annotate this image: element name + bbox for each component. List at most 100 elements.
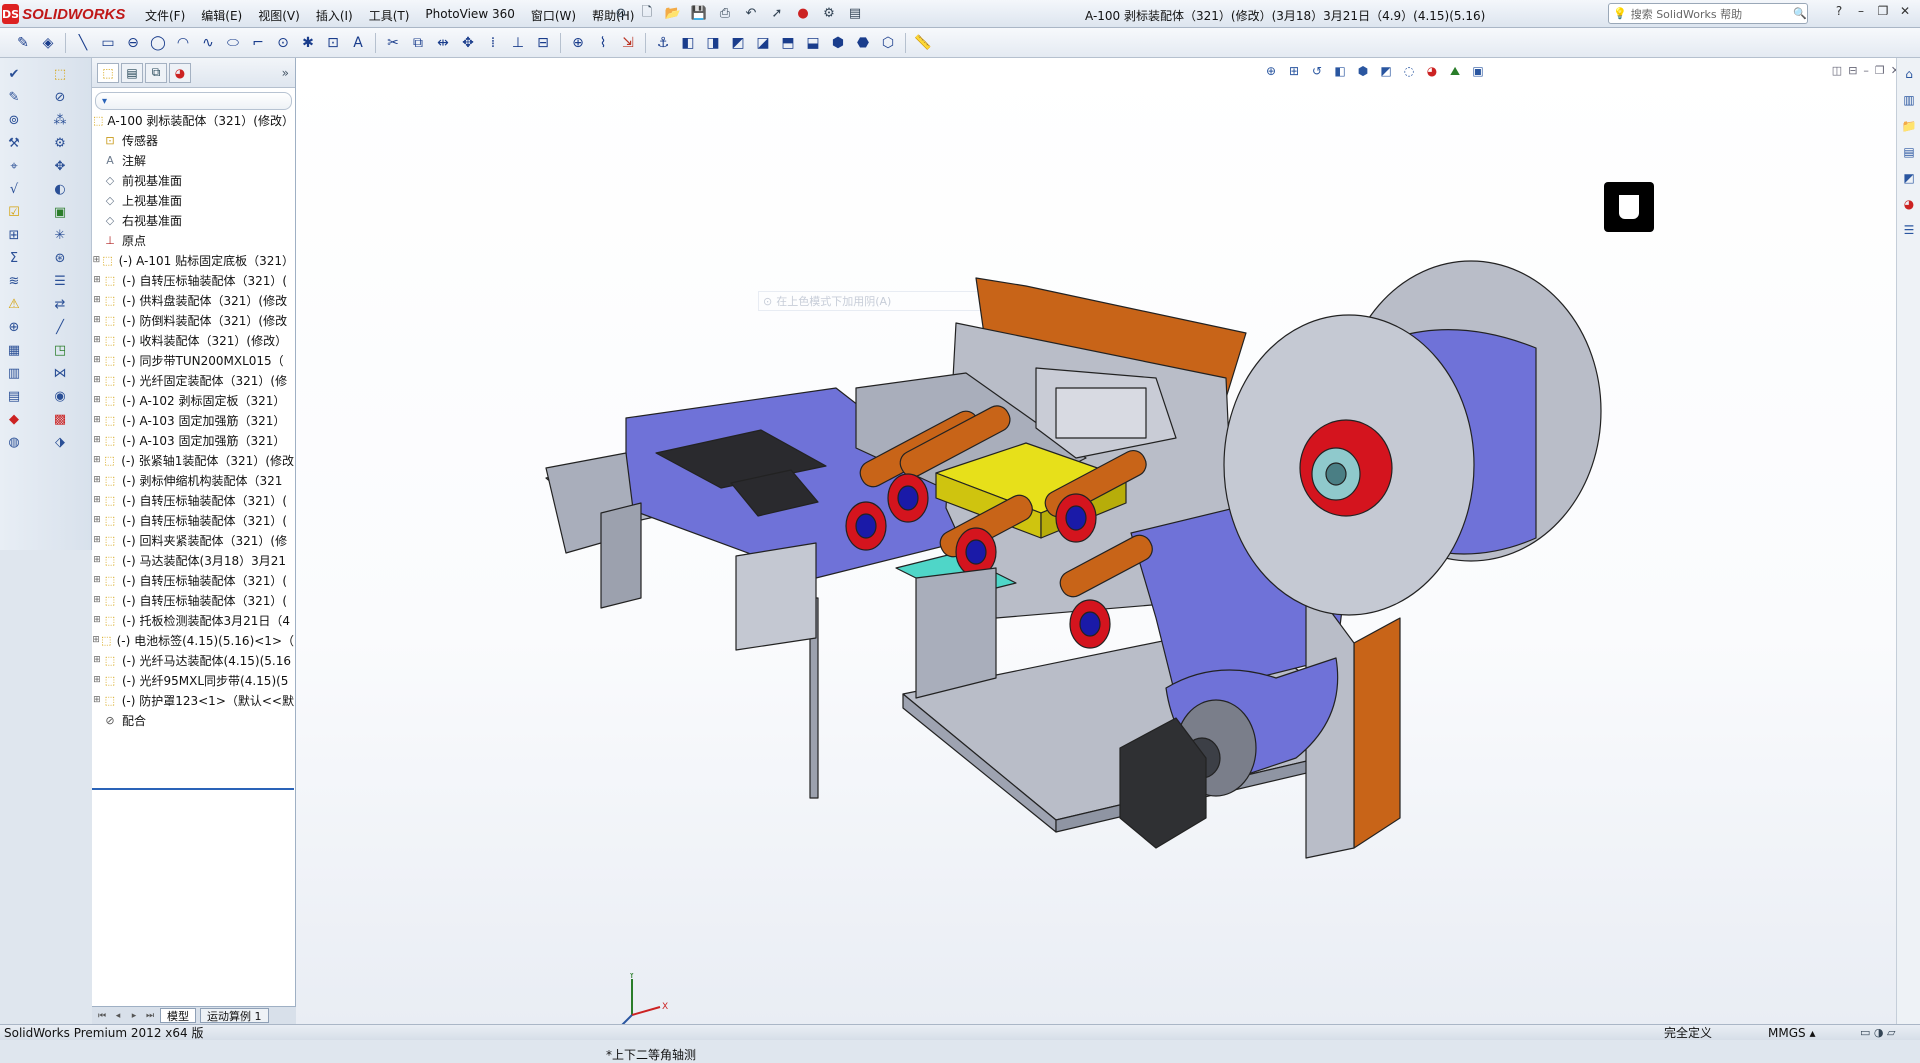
- right-view-icon[interactable]: ◪: [752, 32, 774, 54]
- front-view-icon[interactable]: ◧: [677, 32, 699, 54]
- menu-photoview[interactable]: PhotoView 360: [417, 5, 522, 26]
- minimize-icon[interactable]: –: [1852, 4, 1870, 20]
- mirror-icon[interactable]: ⇹: [432, 32, 454, 54]
- units-selector[interactable]: MMGS ▴: [1768, 1026, 1815, 1040]
- bom-icon[interactable]: ☰: [50, 271, 70, 291]
- tree-item[interactable]: ⊡ 传感器: [92, 130, 294, 150]
- close-icon[interactable]: ✕: [1896, 4, 1914, 20]
- tree-item[interactable]: ⊞ ⬚ (-) A-102 剥标固定板（321）: [92, 390, 294, 410]
- tree-item[interactable]: ⊞ ⬚ (-) 电池标签(4.15)(5.16)<1>（: [92, 630, 294, 650]
- select-icon[interactable]: ➚: [766, 4, 788, 23]
- appearance-tab-icon[interactable]: ◕: [169, 62, 191, 83]
- menu-file[interactable]: 文件(F): [137, 5, 193, 26]
- left-view-icon[interactable]: ◩: [727, 32, 749, 54]
- expand-icon[interactable]: ⊞: [92, 655, 102, 665]
- tree-item[interactable]: ⊞ ⬚ (-) 张紧轴1装配体（321）(修改: [92, 450, 294, 470]
- point-icon[interactable]: ⊙: [272, 32, 294, 54]
- tree-item[interactable]: ⊞ ⬚ (-) 马达装配体(3月18）3月21: [92, 550, 294, 570]
- grid-icon[interactable]: ▤: [4, 386, 24, 406]
- tree-item[interactable]: ⊞ ⬚ (-) A-103 固定加强筋（321）: [92, 430, 294, 450]
- tree-root[interactable]: ⬚ A-100 剥标装配体（321）(修改）: [92, 110, 294, 130]
- tree-item[interactable]: ⊞ ⬚ (-) 光纤固定装配体（321）(修: [92, 370, 294, 390]
- insert-component-icon[interactable]: ⬚: [50, 64, 70, 84]
- undo-icon[interactable]: ↶: [740, 4, 762, 23]
- trim-icon[interactable]: ✂: [382, 32, 404, 54]
- config-tab-icon[interactable]: ⧉: [145, 62, 167, 83]
- expand-icon[interactable]: ⊞: [92, 695, 102, 705]
- pin-icon[interactable]: ⊘: [610, 4, 632, 23]
- graphics-area[interactable]: ⊕ ⊞ ↺ ◧ ⬢ ◩ ◌ ◕ ⛰ ▣ ◫ ⊟ – ❐ ✕ ⊙ 在上色模式下加用…: [296, 58, 1920, 1062]
- line-icon[interactable]: ╲: [72, 32, 94, 54]
- home-icon[interactable]: ⌂: [1899, 64, 1919, 84]
- menu-view[interactable]: 视图(V): [250, 5, 308, 26]
- color-icon[interactable]: ◆: [4, 409, 24, 429]
- print-icon[interactable]: ⎙: [714, 4, 736, 23]
- customize-icon[interactable]: ▤: [844, 4, 866, 23]
- speedpak-icon[interactable]: ⬗: [50, 432, 70, 452]
- smart-dimension-icon[interactable]: ◈: [37, 32, 59, 54]
- assembly-feature-icon[interactable]: ▣: [50, 202, 70, 222]
- custom-props-icon[interactable]: ☰: [1899, 220, 1919, 240]
- expand-icon[interactable]: ⊞: [92, 495, 102, 505]
- measure-icon[interactable]: 📏: [912, 32, 934, 54]
- repair-icon[interactable]: ⊟: [532, 32, 554, 54]
- relations-icon[interactable]: ⊥: [507, 32, 529, 54]
- pattern-icon[interactable]: ⁞: [482, 32, 504, 54]
- instant2d-icon[interactable]: ⇲: [617, 32, 639, 54]
- dimetric-view-icon[interactable]: ⬣: [852, 32, 874, 54]
- tree-item[interactable]: ◇ 上视基准面: [92, 190, 294, 210]
- expand-icon[interactable]: ⊞: [92, 415, 102, 425]
- tab-model[interactable]: 模型: [160, 1008, 196, 1023]
- tree-item[interactable]: ⊞ ⬚ (-) 剥标伸缩机构装配体（321: [92, 470, 294, 490]
- tree-item[interactable]: ⊞ ⬚ (-) 防倒料装配体（321）(修改: [92, 310, 294, 330]
- rectangle-icon[interactable]: ▭: [97, 32, 119, 54]
- view-palette-icon[interactable]: ◩: [1899, 168, 1919, 188]
- solidworks-logo[interactable]: DS SOLIDWORKS: [2, 3, 125, 25]
- show-hidden-icon[interactable]: ◐: [50, 179, 70, 199]
- tree-item[interactable]: ⊞ ⬚ (-) 自转压标轴装配体（321）(: [92, 490, 294, 510]
- tree-item[interactable]: ⊞ ⬚ (-) 同步带TUN200MXL015（: [92, 350, 294, 370]
- tree-item[interactable]: ◇ 前视基准面: [92, 170, 294, 190]
- tree-item[interactable]: A 注解: [92, 150, 294, 170]
- expand-icon[interactable]: ⊞: [92, 555, 102, 565]
- tolerance-icon[interactable]: ⊞: [4, 225, 24, 245]
- menu-tools[interactable]: 工具(T): [361, 5, 418, 26]
- chart-icon[interactable]: ▥: [4, 363, 24, 383]
- clearance-icon[interactable]: ⋈: [50, 363, 70, 383]
- last-tab-icon[interactable]: ⏭: [144, 1011, 156, 1021]
- menu-insert[interactable]: 插入(I): [308, 5, 361, 26]
- bottom-view-icon[interactable]: ⬓: [802, 32, 824, 54]
- expand-icon[interactable]: ⊞: [92, 635, 100, 645]
- check-icon[interactable]: ☑: [4, 202, 24, 222]
- feature-filter[interactable]: ▾: [95, 92, 292, 110]
- circle-icon[interactable]: ◯: [147, 32, 169, 54]
- centerline-icon[interactable]: ✱: [297, 32, 319, 54]
- warning-icon[interactable]: ⚠: [4, 294, 24, 314]
- help-search[interactable]: 💡 搜索 SolidWorks 帮助 🔍: [1608, 3, 1808, 24]
- appearances-icon[interactable]: ◕: [1899, 194, 1919, 214]
- options-icon[interactable]: ⚙: [818, 4, 840, 23]
- tree-item[interactable]: ⊞ ⬚ (-) 自转压标轴装配体（321）(: [92, 510, 294, 530]
- tree-item[interactable]: ⊘ 配合: [92, 710, 294, 730]
- surface-finish-icon[interactable]: √: [4, 179, 24, 199]
- expand-icon[interactable]: ⊞: [92, 255, 101, 265]
- expand-icon[interactable]: ⊞: [92, 475, 102, 485]
- expand-icon[interactable]: ⊞: [92, 315, 102, 325]
- expand-icon[interactable]: ⊞: [92, 355, 102, 365]
- ellipse-icon[interactable]: ⬭: [222, 32, 244, 54]
- help-icon[interactable]: ?: [1830, 4, 1848, 20]
- feature-tree-tab-icon[interactable]: ⬚: [97, 62, 119, 83]
- file-explorer-icon[interactable]: ▤: [1899, 142, 1919, 162]
- linear-pattern-icon[interactable]: ⁂: [50, 110, 70, 130]
- tree-item[interactable]: ⊞ ⬚ (-) A-103 固定加强筋（321）: [92, 410, 294, 430]
- tree-item[interactable]: ⊞ ⬚ (-) 自转压标轴装配体（321）(: [92, 570, 294, 590]
- next-tab-icon[interactable]: ▸: [128, 1011, 140, 1021]
- menu-window[interactable]: 窗口(W): [523, 5, 584, 26]
- back-view-icon[interactable]: ◨: [702, 32, 724, 54]
- tree-item[interactable]: ⊞ ⬚ (-) 光纤95MXL同步带(4.15)(5: [92, 670, 294, 690]
- new-doc-icon[interactable]: 🗋: [636, 4, 658, 23]
- property-tab-icon[interactable]: ▤: [121, 62, 143, 83]
- move-component-icon[interactable]: ✥: [50, 156, 70, 176]
- expand-icon[interactable]: ⊞: [92, 395, 102, 405]
- expand-icon[interactable]: ⊞: [92, 595, 102, 605]
